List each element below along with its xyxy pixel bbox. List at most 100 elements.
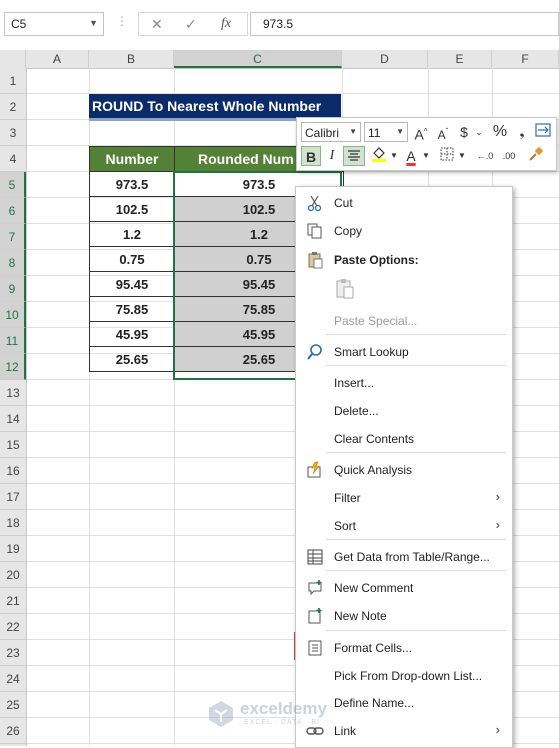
font-size-value: 11	[368, 126, 381, 140]
menu-item-pick-from-list[interactable]: Pick From Drop-down List...	[296, 663, 510, 689]
increase-font-icon[interactable]: A^	[411, 122, 431, 143]
quick-analysis-icon	[306, 461, 324, 479]
row-header[interactable]: 23	[0, 640, 26, 666]
decrease-font-icon[interactable]: Aˇ	[433, 122, 453, 142]
row-header[interactable]: 11	[0, 328, 26, 354]
menu-item-copy[interactable]: Copy	[296, 218, 510, 244]
column-header[interactable]: A	[26, 50, 89, 68]
currency-icon[interactable]: $	[455, 122, 473, 142]
number-cell[interactable]: 0.75	[89, 246, 175, 272]
menu-item-filter[interactable]: Filter ›	[296, 485, 510, 511]
row-header[interactable]: 21	[0, 588, 26, 614]
number-cell[interactable]: 973.5	[89, 171, 175, 197]
increase-decimal-icon[interactable]: ←.0	[473, 146, 497, 166]
number-cell[interactable]: 75.85	[89, 296, 175, 322]
menu-separator	[326, 334, 506, 335]
number-cell[interactable]: 102.5	[89, 196, 175, 222]
row-header[interactable]: 14	[0, 406, 26, 432]
paste-button[interactable]	[334, 277, 358, 301]
row-header[interactable]: 22	[0, 614, 26, 640]
select-all-corner[interactable]	[0, 50, 26, 68]
font-color-icon[interactable]: A	[401, 146, 421, 166]
table-header-number[interactable]: Number	[89, 146, 175, 172]
column-header[interactable]: E	[428, 50, 492, 68]
font-name-dropdown[interactable]: Calibri ▼	[301, 122, 361, 142]
fill-color-icon[interactable]	[369, 146, 389, 166]
row-header[interactable]: 7	[0, 224, 26, 250]
chevron-right-icon: ›	[495, 489, 500, 504]
row-header[interactable]: 5	[0, 172, 26, 198]
paste-icon	[306, 251, 324, 269]
row-header[interactable]: 20	[0, 562, 26, 588]
menu-item-smart-lookup[interactable]: Smart Lookup	[296, 339, 510, 365]
number-cell[interactable]: 45.95	[89, 321, 175, 347]
row-header[interactable]: 3	[0, 120, 26, 146]
row-header[interactable]: 9	[0, 276, 26, 302]
row-header[interactable]: 25	[0, 692, 26, 718]
row-header[interactable]: 6	[0, 198, 26, 224]
search-icon	[306, 343, 324, 361]
column-header[interactable]: B	[89, 50, 174, 68]
bold-button[interactable]: B	[301, 146, 321, 166]
column-header[interactable]: D	[342, 50, 428, 68]
menu-item-new-comment[interactable]: New Comment	[296, 575, 510, 601]
row-header[interactable]: 15	[0, 432, 26, 458]
decrease-decimal-icon[interactable]: .00	[497, 146, 521, 166]
menu-item-delete[interactable]: Delete...	[296, 398, 510, 424]
row-header[interactable]: 2	[0, 94, 26, 120]
row-header[interactable]: 8	[0, 250, 26, 276]
name-box[interactable]: C5 ▼	[4, 12, 104, 36]
row-headers: 1 2 3 4 5 6 7 8 9 10 11 12 13 14 15 16 17 18 19 20 21 22 23 24 2…	[0, 68, 27, 746]
note-icon	[306, 607, 324, 625]
italic-button[interactable]: I	[323, 146, 341, 166]
row-header[interactable]: 12	[0, 354, 26, 380]
clipboard-icon	[336, 279, 354, 299]
chevron-down-icon[interactable]: ▼	[89, 18, 98, 28]
row-header[interactable]: 4	[0, 146, 26, 172]
enter-icon[interactable]: ✓	[185, 16, 197, 33]
menu-item-sort[interactable]: Sort ›	[296, 513, 510, 539]
menu-item-paste-special: Paste Special...	[296, 308, 510, 334]
insert-function-icon[interactable]: fx	[221, 16, 231, 32]
number-cell[interactable]: 1.2	[89, 221, 175, 247]
menu-item-get-data[interactable]: Get Data from Table/Range...	[296, 544, 510, 570]
align-center-icon[interactable]	[343, 146, 365, 166]
menu-item-paste-options[interactable]: Paste Options:	[296, 247, 510, 273]
mini-toolbar: Calibri ▼ 11 ▼ A^ Aˇ $ ⌄ % ❟ B I ▼ A ▼ ▼…	[296, 117, 557, 171]
borders-icon[interactable]	[437, 146, 457, 166]
menu-item-new-note[interactable]: New Note	[296, 603, 510, 629]
watermark-name: exceldemy	[240, 699, 327, 718]
row-header[interactable]: 13	[0, 380, 26, 406]
column-header[interactable]: F	[492, 50, 559, 68]
row-header[interactable]: 19	[0, 536, 26, 562]
menu-item-quick-analysis[interactable]: Quick Analysis	[296, 457, 510, 483]
number-cell[interactable]: 25.65	[89, 346, 175, 372]
number-cell[interactable]: 95.45	[89, 271, 175, 297]
row-header[interactable]: 24	[0, 666, 26, 692]
menu-item-label: Get Data from Table/Range...	[334, 550, 490, 564]
comma-style-icon[interactable]: ❟	[513, 122, 531, 142]
row-header[interactable]: 17	[0, 484, 26, 510]
row-header[interactable]: 16	[0, 458, 26, 484]
row-header[interactable]: 10	[0, 302, 26, 328]
menu-item-format-cells[interactable]: Format Cells...	[296, 635, 510, 661]
percent-icon[interactable]: %	[490, 122, 510, 142]
column-header-selected[interactable]: C	[174, 50, 342, 68]
cancel-icon[interactable]: ✕	[151, 16, 163, 33]
formula-input[interactable]: 973.5	[250, 12, 559, 36]
chevron-down-icon[interactable]: ▼	[421, 146, 431, 166]
menu-item-insert[interactable]: Insert...	[296, 370, 510, 396]
font-size-dropdown[interactable]: 11 ▼	[364, 122, 408, 142]
sheet-title[interactable]: ROUND To Nearest Whole Number	[89, 94, 341, 118]
row-header[interactable]: 26	[0, 718, 26, 744]
menu-item-cut[interactable]: Cut	[296, 190, 510, 216]
menu-item-clear-contents[interactable]: Clear Contents	[296, 426, 510, 452]
chevron-down-icon[interactable]: ▼	[389, 146, 399, 166]
chevron-down-icon[interactable]: ▼	[457, 146, 467, 166]
row-header[interactable]: 18	[0, 510, 26, 536]
format-painter-icon[interactable]	[525, 146, 547, 166]
column-headers: A B C D E F	[0, 50, 559, 69]
chevron-down-icon[interactable]: ⌄	[473, 122, 485, 142]
wrap-text-icon[interactable]	[534, 122, 552, 142]
row-header[interactable]: 1	[0, 68, 26, 94]
